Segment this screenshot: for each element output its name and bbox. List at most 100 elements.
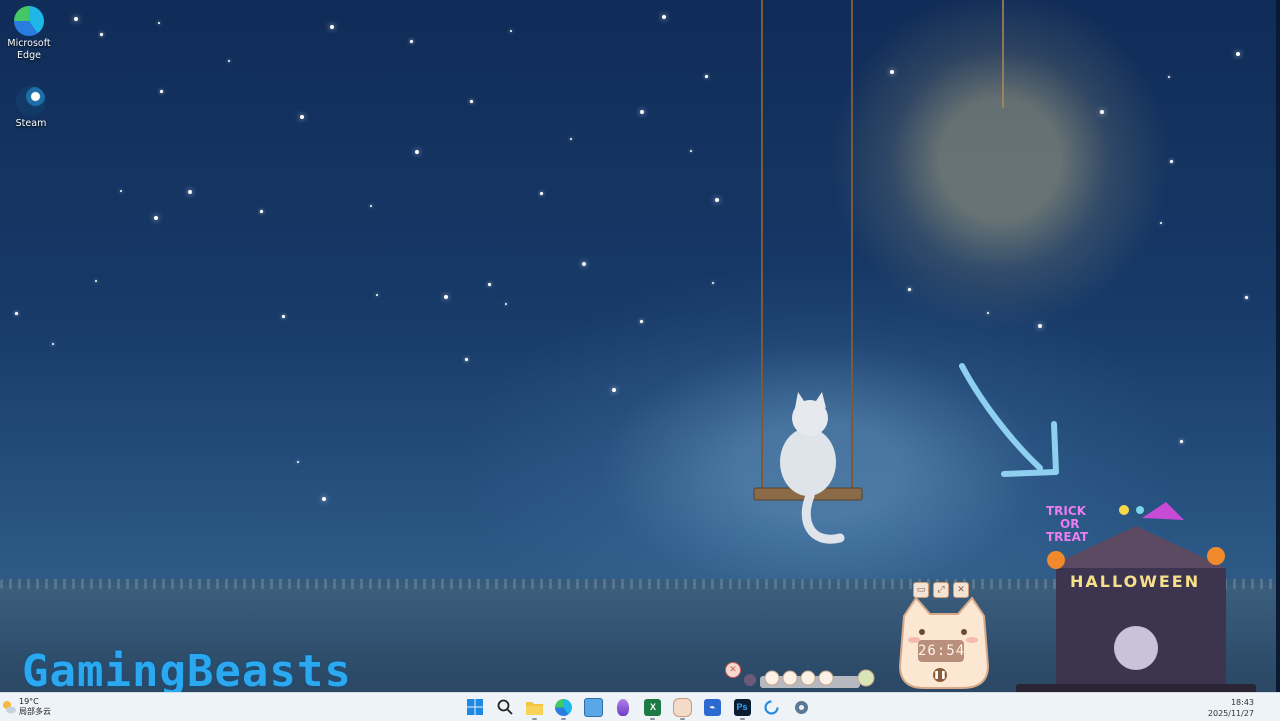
steam-icon <box>16 86 46 116</box>
taskbar-search-button[interactable] <box>490 693 520 721</box>
star <box>705 75 708 78</box>
star <box>322 497 326 501</box>
star <box>715 198 719 202</box>
desktop-icon-label: Microsoft <box>7 38 51 49</box>
taskbar-purple-app[interactable] <box>608 693 638 721</box>
desktop-wallpaper: Microsoft Edge Steam ▭ ⤢ ✕ 26:54 ❚❚ ✕ TR… <box>0 0 1280 692</box>
desktop-icon-label-2: Edge <box>17 49 41 61</box>
star <box>376 294 378 296</box>
clock-date: 2025/11/27 <box>1207 709 1254 718</box>
star <box>890 70 894 74</box>
taskbar-start-button[interactable] <box>460 693 490 721</box>
folder-icon <box>525 701 543 715</box>
star <box>297 461 299 463</box>
cat-row-decoration <box>744 669 875 688</box>
star <box>1170 160 1173 163</box>
star <box>154 216 158 220</box>
star <box>612 388 616 392</box>
star <box>282 315 285 318</box>
star <box>1160 222 1162 224</box>
weather-temp: 19°C <box>19 697 39 706</box>
star <box>1168 76 1170 78</box>
star <box>465 358 468 361</box>
halloween-banner: HALLOWEEN <box>1070 572 1201 591</box>
star <box>15 312 18 315</box>
trick-or-treat-sign: TRICK OR TREAT <box>1046 505 1088 544</box>
star <box>160 90 163 93</box>
star <box>120 190 122 192</box>
star <box>415 150 419 154</box>
arrow-doodle <box>959 363 1059 477</box>
star <box>370 205 372 207</box>
star <box>570 138 572 140</box>
windows-start-icon <box>466 699 483 715</box>
star <box>95 280 97 282</box>
star <box>712 282 714 284</box>
taskbar-photoshop[interactable]: Ps <box>727 693 757 721</box>
moon-decoration <box>952 0 1028 211</box>
taskbar-sync-app[interactable] <box>757 693 787 721</box>
star <box>1038 324 1042 328</box>
weather-desc: 局部多云 <box>19 707 51 716</box>
star <box>74 17 78 21</box>
star <box>188 190 192 194</box>
star <box>300 115 304 119</box>
star <box>640 110 644 114</box>
taskbar-file-explorer[interactable] <box>519 693 549 721</box>
star <box>1236 52 1240 56</box>
star <box>330 25 334 29</box>
star <box>470 100 473 103</box>
taskbar-apps: X ⌁ Ps <box>460 693 816 721</box>
weather-widget[interactable]: 19°C 局部多云 <box>0 693 51 721</box>
taskbar-excel[interactable]: X <box>638 693 668 721</box>
star <box>908 288 911 291</box>
search-icon <box>497 699 513 715</box>
star <box>510 30 512 32</box>
window-edge <box>1276 0 1280 692</box>
star <box>640 320 643 323</box>
swing-cat-illustration <box>753 0 863 544</box>
taskbar: 19°C 局部多云 X ⌁ Ps 18:43 2025/11/27 <box>0 692 1280 721</box>
star <box>582 262 586 266</box>
star <box>158 22 160 24</box>
star <box>690 150 692 152</box>
desktop-icon-steam[interactable]: Steam <box>2 86 60 130</box>
star <box>505 303 507 305</box>
sync-icon <box>764 699 779 715</box>
taskbar-notepad[interactable] <box>579 693 609 721</box>
edge-icon <box>14 6 44 36</box>
timer-display: 26:54 <box>918 640 964 662</box>
star <box>488 283 491 286</box>
photoshop-icon: Ps <box>733 698 751 716</box>
star <box>987 312 989 314</box>
pause-icon[interactable]: ❚❚ <box>933 668 947 682</box>
notepad-icon <box>584 697 604 717</box>
sign-line-3: TREAT <box>1046 530 1089 544</box>
cat-app-icon <box>673 697 693 717</box>
star <box>1245 296 1248 299</box>
star <box>1180 440 1183 443</box>
partly-cloudy-icon <box>3 701 16 714</box>
star <box>52 343 54 345</box>
star <box>410 40 413 43</box>
taskbar-edge[interactable] <box>549 693 579 721</box>
excel-icon: X <box>644 698 662 716</box>
taskbar-visual-studio[interactable]: ⌁ <box>698 693 728 721</box>
system-clock[interactable]: 18:43 2025/11/27 <box>1208 697 1254 719</box>
close-cats-icon[interactable]: ✕ <box>725 662 741 678</box>
desktop-icon-label: Steam <box>15 118 47 129</box>
purple-app-icon <box>617 698 630 716</box>
watermark-logo: GamingBeasts <box>22 646 352 692</box>
visual-studio-icon: ⌁ <box>703 698 721 716</box>
taskbar-settings[interactable] <box>787 693 817 721</box>
desktop-icon-edge[interactable]: Microsoft Edge <box>0 6 58 61</box>
gear-icon <box>794 700 808 714</box>
star <box>662 15 666 19</box>
star <box>1100 110 1104 114</box>
star <box>444 295 448 299</box>
clock-time: 18:43 <box>1230 698 1254 707</box>
star <box>100 33 103 36</box>
edge-icon <box>555 698 573 716</box>
taskbar-cat-app[interactable] <box>668 693 698 721</box>
star <box>228 60 230 62</box>
